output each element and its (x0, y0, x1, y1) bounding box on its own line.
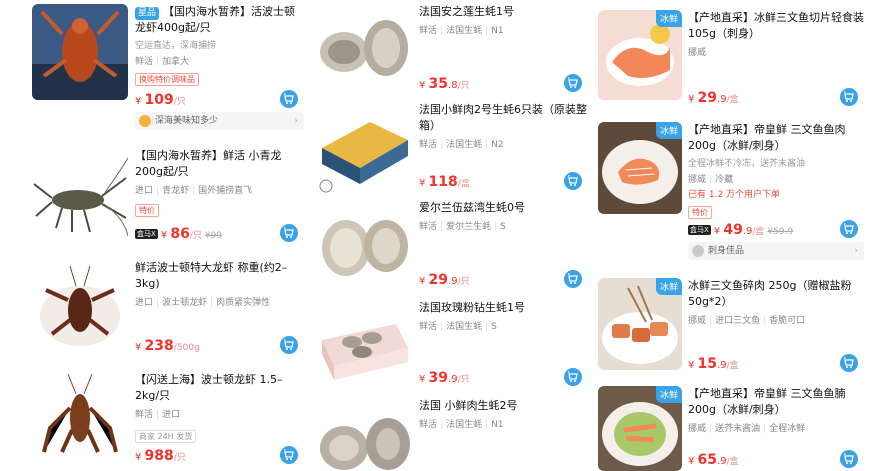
product-image[interactable]: 冰鲜 (598, 278, 682, 370)
product-price: ¥ 988/只 (135, 448, 186, 464)
product-image[interactable] (316, 4, 412, 100)
product-title: 星品 【国内海水暂养】活波士顿龙虾400g起/只 (135, 5, 296, 34)
product-card[interactable]: 法国玫瑰粉钻生蚝1号 鲜活 | 法国生蚝 | S ¥ 39.9/只 (312, 300, 588, 396)
product-card[interactable]: 星品 【国内海水暂养】活波士顿龙虾400g起/只 空运直达，深海捕捞 鲜活 | 加拿大… (28, 4, 304, 130)
product-column-2: 法国安之莲生蚝1号 鲜活 | 法国生蚝 | N1 ¥ 35.8/只 法国小鲜肉2号生蚝6… (312, 0, 588, 471)
product-image[interactable] (316, 300, 412, 396)
promo-tag: 换购特价调味品 (135, 73, 199, 86)
add-to-cart-button[interactable] (280, 90, 298, 108)
product-title: 【产地直采】帝皇鲜 三文鱼鱼腩200g（冰鲜/刺身） (688, 387, 846, 416)
add-to-cart-button[interactable] (564, 74, 582, 92)
product-price: 盒马X ¥ 49.9/盒 ¥59.9 (688, 222, 794, 238)
add-to-cart-button[interactable] (564, 368, 582, 386)
product-image[interactable] (316, 398, 412, 471)
product-price: ¥ 39.9/只 (419, 370, 470, 386)
add-to-cart-button[interactable] (280, 446, 298, 464)
product-image[interactable] (32, 148, 128, 244)
add-to-cart-button[interactable] (280, 224, 298, 242)
product-title: 【国内海水暂养】鲜活 小青龙200g起/只 (135, 149, 282, 178)
product-image[interactable]: 冰鲜 (598, 10, 682, 100)
product-price: ¥ 109/只 (135, 92, 186, 108)
product-title: 【产地直采】帝皇鲜 三文鱼鱼肉200g（冰鲜/刺身） (688, 123, 846, 152)
product-title: 【闪送上海】波士顿龙虾 1.5–2kg/只 (135, 373, 283, 402)
chevron-right-icon: › (854, 246, 858, 256)
product-price: ¥ 29.9/只 (419, 272, 470, 288)
product-tags: 鲜活 | 法国生蚝 | N2 (419, 140, 504, 150)
product-subtitle: 空运直达，深海捕捞 (135, 41, 217, 51)
product-column-3: 冰鲜 【产地直采】冰鲜三文鱼切片轻食装 105g（刺身） 挪威 ¥ 29.9/盒… (594, 0, 864, 471)
product-column-1: 星品 【国内海水暂养】活波士顿龙虾400g起/只 空运直达，深海捕捞 鲜活 | 加拿大… (28, 0, 304, 471)
product-image[interactable] (316, 102, 412, 198)
product-card[interactable]: 冰鲜 冰鲜三文鱼碎肉 250g（赠椒盐粉50g*2） 挪威 | 进口三文鱼 | 香脆可口… (594, 278, 864, 374)
chilled-tag: 冰鲜 (655, 122, 682, 139)
product-tags: 鲜活 | 爱尔兰生蚝 | S (419, 222, 506, 232)
add-to-cart-button[interactable] (564, 270, 582, 288)
product-tags: 鲜活 | 法国生蚝 | N1 (419, 26, 504, 36)
product-price: ¥ 35.8/只 (419, 76, 470, 92)
product-image[interactable] (32, 260, 128, 356)
product-title: 冰鲜三文鱼碎肉 250g（赠椒盐粉50g*2） (688, 279, 852, 308)
product-tags: 进口 | 波士顿龙虾 | 肉质紧实弹性 (135, 298, 271, 308)
product-tags: 挪威 (688, 48, 707, 58)
product-card[interactable]: 爱尔兰伍兹湾生蚝0号 鲜活 | 爱尔兰生蚝 | S ¥ 29.9/只 (312, 200, 588, 296)
info-bar[interactable]: 深海美味知多少 › (135, 112, 304, 130)
product-price: ¥ 238/500g (135, 338, 200, 354)
product-tags: 挪威 | 进口三文鱼 | 香脆可口 (688, 316, 806, 326)
sales-count: 已有 1.2 万个用户下单 (688, 190, 781, 200)
chilled-tag: 冰鲜 (655, 278, 682, 295)
product-image[interactable] (32, 372, 128, 468)
star-badge: 星品 (135, 7, 160, 20)
product-title: 鲜活波士顿特大龙虾 称重(约2–3kg) (135, 261, 288, 290)
product-tags: 鲜活 | 加拿大 (135, 57, 190, 67)
shipping-tag: 商家 24H 发货 (135, 430, 197, 443)
product-card[interactable]: 鲜活波士顿特大龙虾 称重(约2–3kg) 进口 | 波士顿龙虾 | 肉质紧实弹性 ¥ 2… (28, 258, 304, 358)
product-price: ¥ 118/盒 (419, 174, 470, 190)
product-title: 法国小鲜肉2号生蚝6只装（原装整箱） (419, 103, 587, 132)
product-card[interactable]: 【国内海水暂养】鲜活 小青龙200g起/只 进口 | 青龙虾 | 国外捕捞直飞 特价 盒… (28, 148, 304, 248)
product-title: 法国玫瑰粉钻生蚝1号 (419, 301, 525, 314)
product-price: 盒马X ¥ 86/只 ¥99 (135, 226, 223, 242)
product-card[interactable]: 冰鲜 【产地直采】帝皇鲜 三文鱼鱼腩200g（冰鲜/刺身） 挪威 | 送芥末酱油 | 全… (594, 386, 864, 471)
add-to-cart-button[interactable] (840, 354, 858, 372)
product-card[interactable]: 法国 小鲜肉生蚝2号 鲜活 | 法国生蚝 | N1 (312, 398, 588, 471)
product-card[interactable]: 法国安之莲生蚝1号 鲜活 | 法国生蚝 | N1 ¥ 35.8/只 (312, 4, 588, 100)
product-tags: 鲜活 | 法国生蚝 | S (419, 322, 497, 332)
sale-tag: 特价 (135, 204, 159, 217)
product-image[interactable]: 冰鲜 (598, 386, 682, 471)
info-bar[interactable]: 刺身佳品 › (688, 242, 864, 260)
product-image[interactable] (316, 200, 412, 296)
product-image[interactable]: 冰鲜 (598, 122, 682, 214)
product-price: ¥ 65.9/盒 (688, 452, 739, 468)
chevron-right-icon: › (294, 116, 298, 126)
chilled-tag: 冰鲜 (655, 10, 682, 27)
add-to-cart-button[interactable] (840, 220, 858, 238)
product-title: 法国 小鲜肉生蚝2号 (419, 399, 518, 412)
chilled-tag: 冰鲜 (655, 386, 682, 403)
add-to-cart-button[interactable] (564, 172, 582, 190)
membership-badge: 盒马X (688, 225, 711, 235)
product-card[interactable]: 法国小鲜肉2号生蚝6只装（原装整箱） 鲜活 | 法国生蚝 | N2 ¥ 118/盒 (312, 102, 588, 198)
product-card[interactable]: 冰鲜 【产地直采】帝皇鲜 三文鱼鱼肉200g（冰鲜/刺身） 全程冰鲜不冷冻，送芥… (594, 122, 864, 262)
add-to-cart-button[interactable] (280, 336, 298, 354)
bulb-icon (139, 115, 151, 127)
product-tags: 挪威 | 送芥末酱油 | 全程冰鲜 (688, 424, 806, 434)
product-tags: 鲜活 | 法国生蚝 | N1 (419, 420, 504, 430)
add-to-cart-button[interactable] (840, 88, 858, 106)
product-price: ¥ 15.9/盒 (688, 356, 739, 372)
product-tags: 挪威 | 冷藏 (688, 175, 734, 185)
product-price: ¥ 29.9/盒 (688, 90, 739, 106)
product-tags: 进口 | 青龙虾 | 国外捕捞直飞 (135, 186, 253, 196)
product-image[interactable] (32, 4, 128, 100)
product-subtitle: 全程冰鲜不冷冻，送芥末酱油 (688, 159, 806, 169)
tag-icon (692, 245, 704, 257)
product-card[interactable]: 【闪送上海】波士顿龙虾 1.5–2kg/只 鲜活 | 进口 商家 24H 发货 ¥ … (28, 370, 304, 470)
add-to-cart-button[interactable] (840, 450, 858, 468)
product-title: 法国安之莲生蚝1号 (419, 5, 514, 18)
product-card[interactable]: 冰鲜 【产地直采】冰鲜三文鱼切片轻食装 105g（刺身） 挪威 ¥ 29.9/盒 (594, 10, 864, 106)
product-title: 爱尔兰伍兹湾生蚝0号 (419, 201, 525, 214)
product-tags: 鲜活 | 进口 (135, 410, 181, 420)
product-title: 【产地直采】冰鲜三文鱼切片轻食装 105g（刺身） (688, 11, 864, 40)
membership-badge: 盒马X (135, 229, 158, 239)
